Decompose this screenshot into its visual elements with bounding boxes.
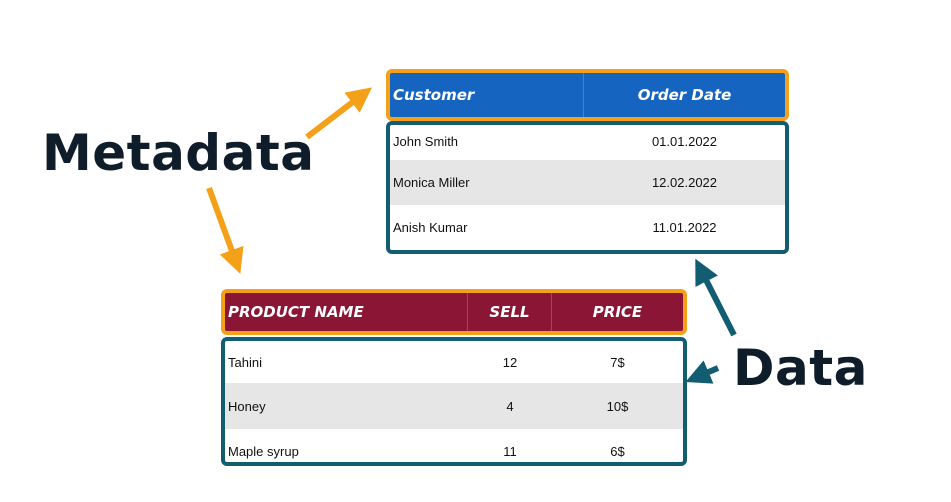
metadata-arrow-to-customer-header [305, 87, 373, 140]
data-arrow-to-product-body [685, 360, 720, 384]
data-arrow-to-customer-body [695, 258, 737, 337]
metadata-arrow-to-product-header [206, 186, 244, 274]
arrows-layer [206, 87, 737, 384]
